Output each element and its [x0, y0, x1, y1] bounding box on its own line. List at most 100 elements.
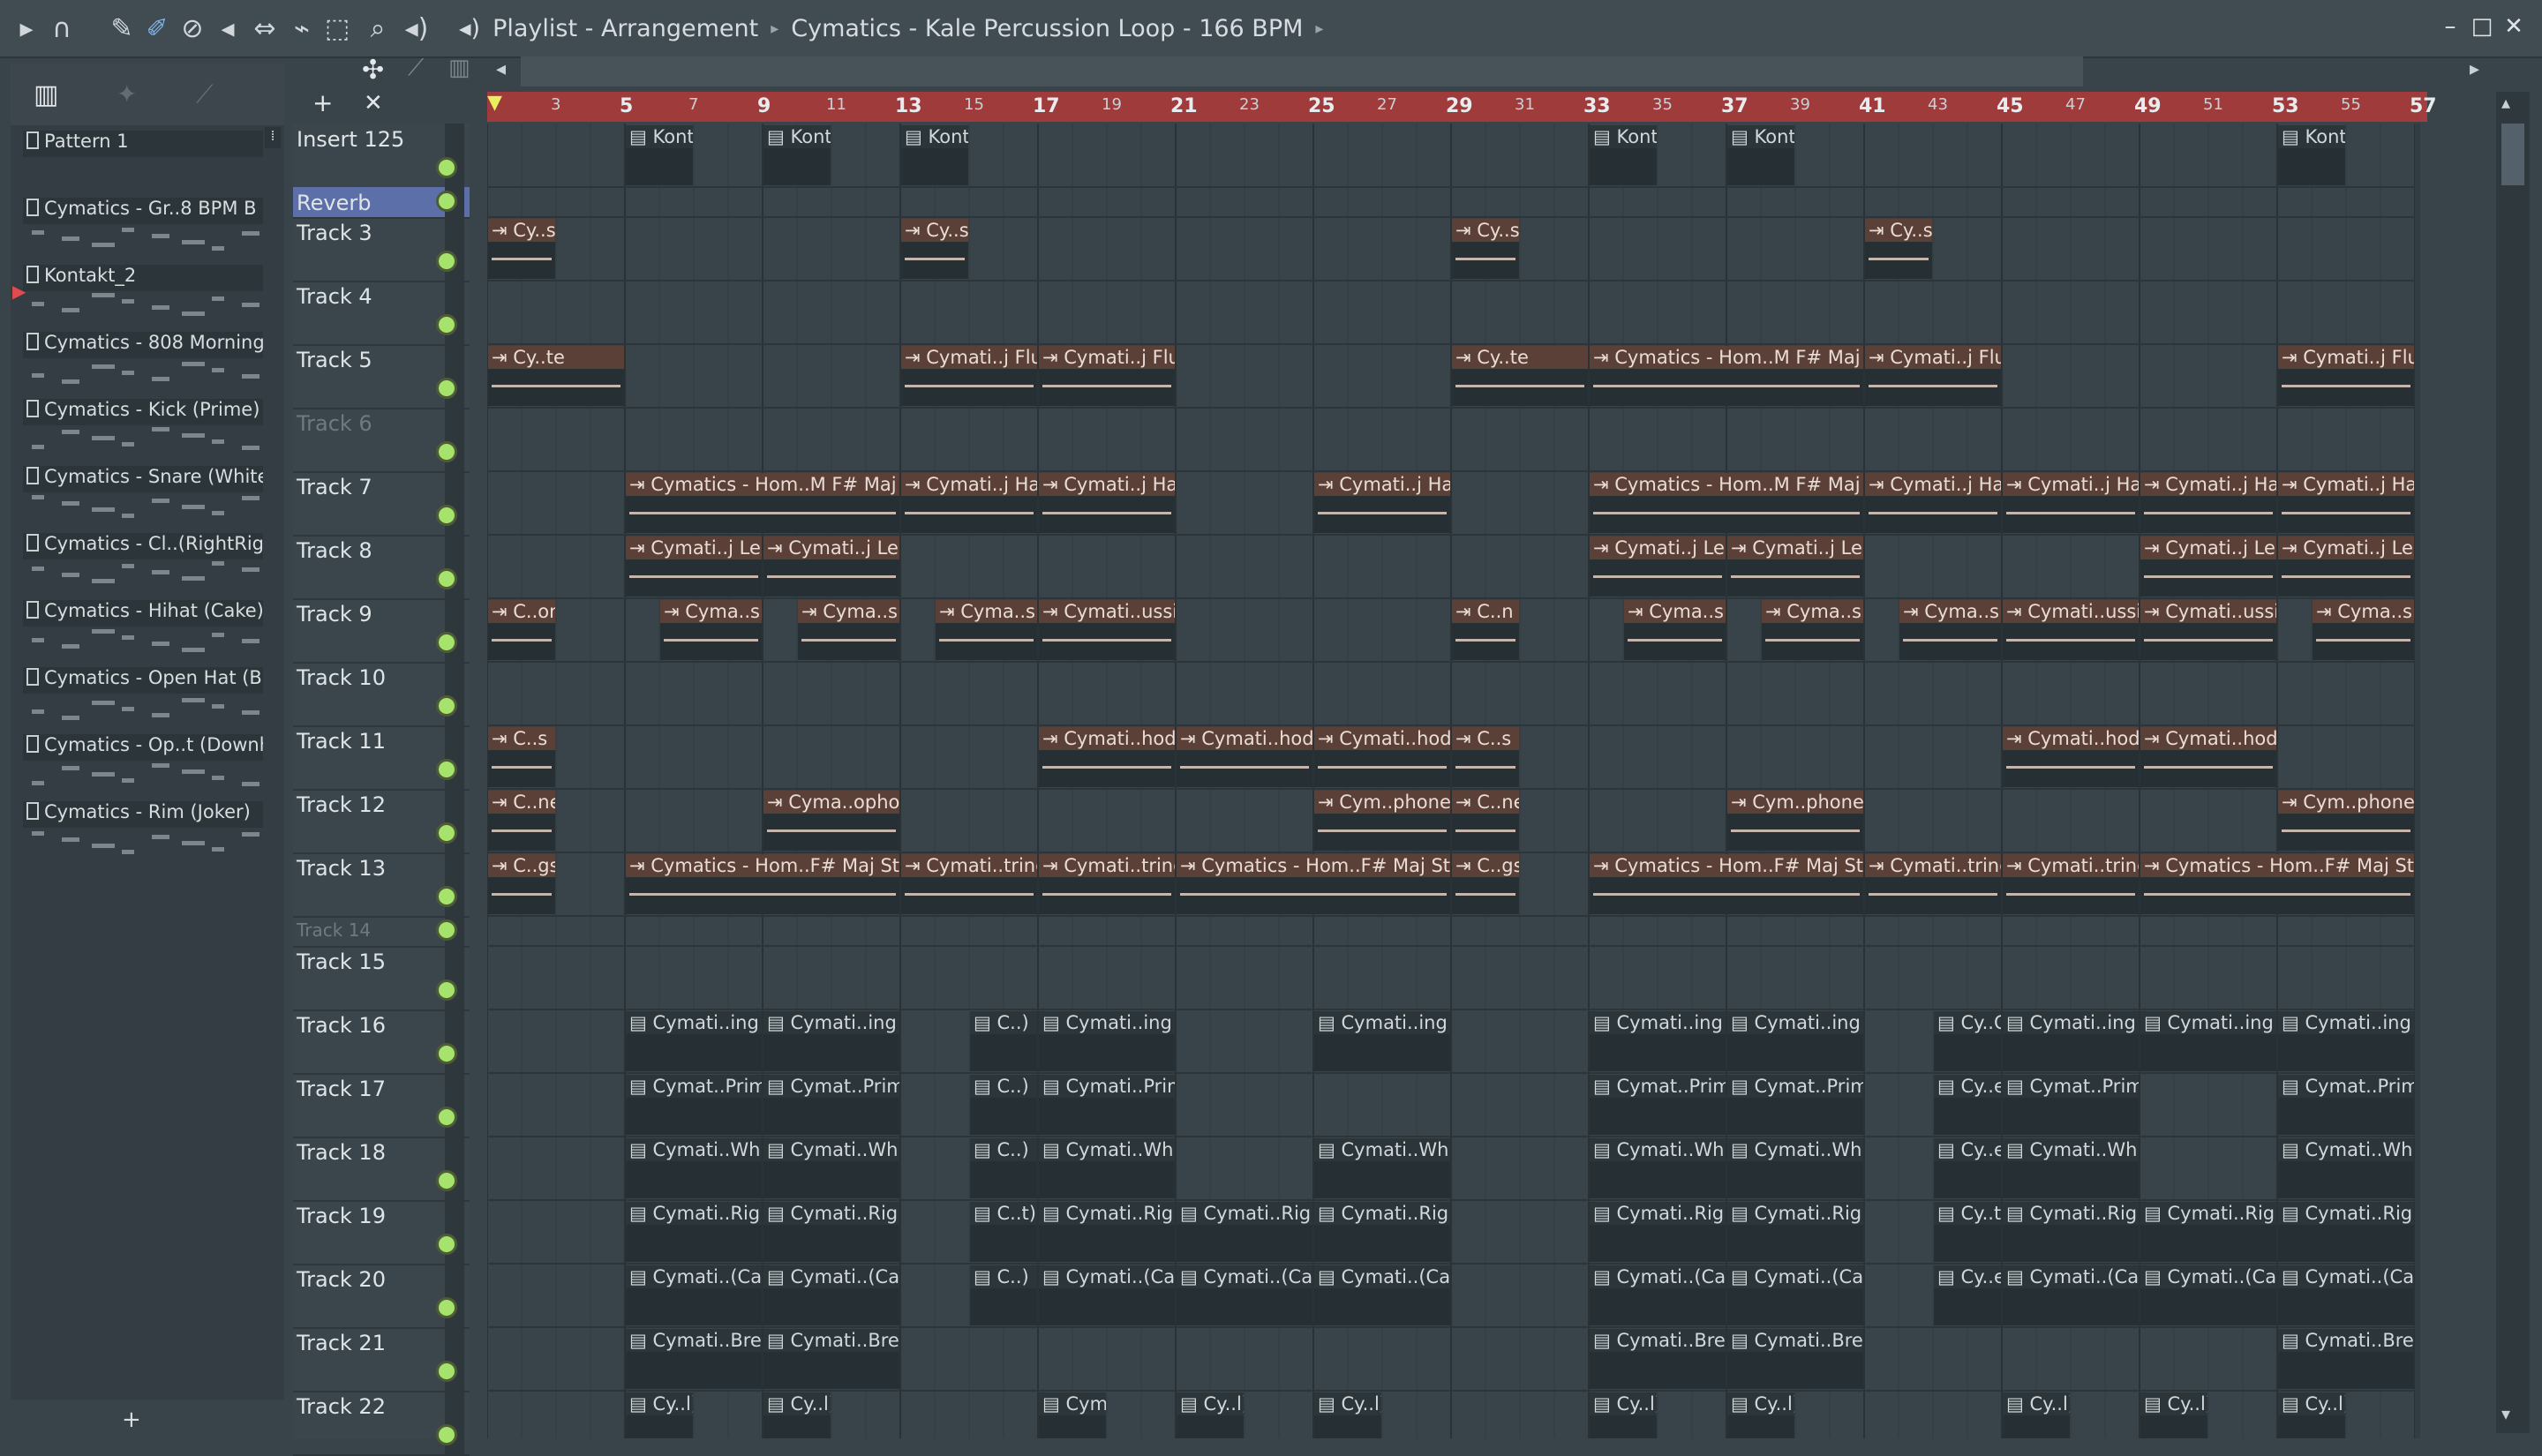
playlist-clip[interactable]: ⇥ Cymati..j Harp [2003, 473, 2139, 533]
playlist-clip[interactable]: ▤ C..t) [970, 1202, 1037, 1262]
playlist-clip[interactable]: ▤ Cymati..White) [1314, 1138, 1450, 1198]
playlist-clip[interactable]: ▤ Cy..l) [2140, 1392, 2207, 1438]
playlist-clip[interactable]: ⇥ Cy..te [488, 346, 624, 406]
playlist-grid[interactable]: ▤ Kontakt_2 ▤ Kontakt_2 ▤ Kontakt_2 ▤ Konta… [487, 124, 2420, 1438]
playlist-clip[interactable]: ▤ Cymati..Right) [1727, 1202, 1863, 1262]
track-header[interactable]: Insert 125 [293, 124, 470, 189]
bar-number[interactable]: 33 [1583, 95, 1611, 117]
playlist-clip[interactable]: ▤ Cy..l) [1590, 1392, 1657, 1438]
track-header[interactable]: Track 16 [293, 1009, 470, 1075]
bar-number[interactable]: 55 [2341, 95, 2361, 114]
mute-led-icon[interactable] [436, 505, 457, 526]
playlist-clip[interactable]: ⇥ Cy..s [1865, 219, 1932, 279]
track-name[interactable]: Track 9 [297, 602, 372, 627]
playlist-clip[interactable]: ▤ Cy..l) [763, 1392, 831, 1438]
scroll-thumb[interactable] [2501, 124, 2524, 185]
playlist-clip[interactable]: ⇥ Cymati..hodes [1177, 727, 1312, 787]
playlist-clip[interactable]: ⇥ Cymati..hodes [1039, 727, 1175, 787]
playlist-clip[interactable]: ▤ Cymati..White) [1727, 1138, 1863, 1198]
bar-number[interactable]: 7 [688, 95, 698, 114]
track-header[interactable]: Track 3 [293, 217, 470, 282]
playlist-clip[interactable]: ▤ Cymati..ing (C) [626, 1011, 762, 1071]
playlist-clip[interactable]: ⇥ Cymati..trings [2003, 854, 2139, 914]
mute-led-icon[interactable] [436, 1234, 457, 1255]
playlist-clip[interactable]: ⇥ Cymati..j Lead [1727, 537, 1863, 597]
magnet-icon[interactable]: ∩ [44, 11, 79, 46]
playlist-clip[interactable]: ▤ C..) [970, 1138, 1037, 1198]
scroll-left-icon[interactable]: ◂ [496, 58, 506, 80]
playlist-clip[interactable]: ▤ Cymati..Brew) [626, 1329, 762, 1389]
playlist-clip[interactable]: ▤ Cymati..Right) [1039, 1202, 1175, 1262]
playlist-clip[interactable]: ⇥ Cymatics - Hom..F# Maj Strings [626, 854, 899, 914]
playlist-clip[interactable]: ⇥ Cyma..sion [1899, 600, 2001, 660]
playlist-clip[interactable]: ⇥ Cyma..sion [1762, 600, 1863, 660]
track-header[interactable]: Track 15 [293, 946, 470, 1011]
track-name[interactable]: Track 3 [297, 221, 372, 245]
bar-number[interactable]: 5 [620, 95, 633, 117]
breadcrumb-pattern[interactable]: Cymatics - Kale Percussion Loop - 166 BP… [791, 15, 1303, 42]
mute-led-icon[interactable] [436, 568, 457, 589]
playlist-clip[interactable]: ⇥ Cymati..j Lead [2278, 537, 2414, 597]
pattern-item[interactable]: Cymatics - Op..t (Downhill) [23, 734, 263, 761]
playback-icon[interactable]: ◂) [399, 11, 434, 46]
track-header[interactable]: Track 21 [293, 1327, 470, 1392]
playlist-clip[interactable]: ▤ Cymati..ing (C) [763, 1011, 899, 1071]
playlist-clip[interactable]: ▤ Cymati..(Cake) [763, 1265, 899, 1325]
playlist-clip[interactable]: ▤ Cymati..Brew) [2278, 1329, 2414, 1389]
playlist-clip[interactable]: ▤ C..) [970, 1075, 1037, 1135]
mute-led-icon[interactable] [436, 1043, 457, 1064]
track-header[interactable]: Track 7 [293, 471, 470, 537]
track-name[interactable]: Track 17 [297, 1077, 386, 1101]
cut-icon[interactable]: ✕ [364, 90, 383, 116]
playlist-clip[interactable]: ▤ Cy..l) [2003, 1392, 2070, 1438]
track-header[interactable]: Track 22 [293, 1391, 470, 1456]
track-header[interactable]: Track 11 [293, 725, 470, 791]
playlist-clip[interactable]: ⇥ Cymati..j Lead [1590, 537, 1726, 597]
track-name[interactable]: Track 22 [297, 1394, 386, 1419]
track-name[interactable]: Track 8 [297, 538, 372, 563]
playlist-clip[interactable]: ⇥ C..gs [488, 854, 555, 914]
playlist-clip[interactable]: ▤ Cymati..Prime) [1039, 1075, 1175, 1135]
playlist-clip[interactable]: ⇥ C..n [1452, 600, 1519, 660]
playlist-clip[interactable]: ▤ Cymat..Prime) [2278, 1075, 2414, 1135]
wave-snap-icon[interactable]: ✣ [362, 55, 384, 86]
playlist-clip[interactable]: ⇥ Cymatics - Hom..F# Maj Strings [1177, 854, 1450, 914]
playlist-clip[interactable]: ▤ Cymati..(Cake) [1590, 1265, 1726, 1325]
playlist-clip[interactable]: ▤ Cymati..Right) [2278, 1202, 2414, 1262]
track-name[interactable]: Insert 125 [297, 127, 404, 152]
playlist-clip[interactable]: ▤ Cymati..Right) [1590, 1202, 1726, 1262]
playlist-clip[interactable]: ⇥ C..ne [488, 791, 555, 851]
minimize-icon[interactable]: – [2433, 9, 2468, 44]
mute-led-icon[interactable] [436, 1424, 457, 1445]
mute-led-icon[interactable] [436, 441, 457, 462]
playlist-clip[interactable]: ⇥ C..s [488, 727, 555, 787]
playlist-clip[interactable]: ⇥ Cymatics - Hom..F# Maj Strings [2140, 854, 2414, 914]
track-header[interactable]: Track 5 [293, 344, 470, 409]
mute-led-icon[interactable] [436, 378, 457, 399]
playlist-clip[interactable]: ▤ Cymat..Prime) [1727, 1075, 1863, 1135]
playlist-clip[interactable]: ⇥ C..on [488, 600, 555, 660]
playlist-clip[interactable]: ⇥ C..s [1452, 727, 1519, 787]
playlist-clip[interactable]: ⇥ Cymati..ussion [2003, 600, 2139, 660]
track-header[interactable]: Track 8 [293, 535, 470, 600]
playlist-clip[interactable]: ▤ Cy..l) [1314, 1392, 1381, 1438]
playlist-clip[interactable]: ⇥ Cymati..hodes [1314, 727, 1450, 787]
playlist-clip[interactable]: ▤ Cymati..ing (C) [1039, 1011, 1175, 1071]
play-arrow-icon[interactable]: ▸ [9, 11, 44, 46]
bar-number[interactable]: 3 [551, 95, 560, 114]
track-name[interactable]: Track 16 [297, 1013, 386, 1038]
mute-led-icon[interactable] [436, 632, 457, 653]
playlist-clip[interactable]: ⇥ Cymati..ussion [1039, 600, 1175, 660]
playlist-clip[interactable]: ▤ Cymati..ing (C) [2003, 1011, 2139, 1071]
playlist-clip[interactable]: ⇥ Cym..phone [2278, 791, 2414, 851]
playlist-clip[interactable]: ▤ Cymati..White) [763, 1138, 899, 1198]
playlist-clip[interactable]: ▤ Cymati..Right) [1314, 1202, 1450, 1262]
track-header[interactable]: Track 17 [293, 1073, 470, 1138]
playlist-clip[interactable]: ⇥ Cyma..sion [2313, 600, 2414, 660]
horizontal-scrollbar[interactable] [521, 56, 2083, 86]
playlist-clip[interactable]: ▤ Kontakt_2 [901, 125, 968, 185]
playlist-clip[interactable]: ⇥ Cym..phone [1727, 791, 1863, 851]
playlist-clip[interactable]: ⇥ Cymati..hodes [2003, 727, 2139, 787]
pattern-item[interactable]: Pattern 1 [23, 131, 263, 157]
track-header[interactable]: Track 10 [293, 662, 470, 727]
